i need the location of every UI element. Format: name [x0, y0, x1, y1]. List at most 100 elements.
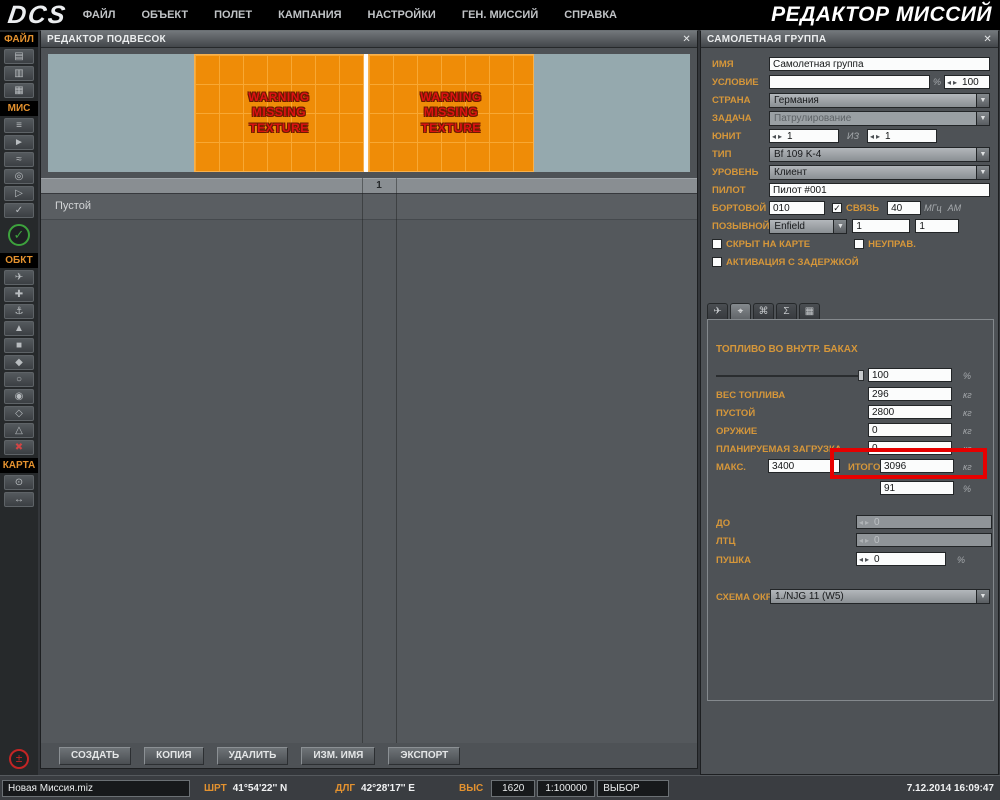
livery-dropdown[interactable]: 1./NJG 11 (W5) ▼: [770, 589, 990, 604]
tab-waypoints[interactable]: ✈: [707, 303, 728, 320]
late-activation-checkbox[interactable]: [712, 257, 722, 267]
copy-button[interactable]: КОПИЯ: [144, 746, 204, 765]
total-percent-input[interactable]: [880, 481, 954, 495]
stepper-arrows-icon[interactable]: ◂▸: [770, 132, 787, 141]
slider-track: [716, 375, 864, 377]
hidden-on-map-checkbox[interactable]: [712, 239, 722, 249]
create-button[interactable]: СОЗДАТЬ: [59, 746, 132, 765]
group-name-input[interactable]: [769, 57, 990, 71]
group-panel-titlebar: САМОЛЕТНАЯ ГРУППА ✕: [701, 31, 998, 48]
total-weight-input[interactable]: [880, 459, 954, 473]
menu-flight[interactable]: ПОЛЕТ: [214, 9, 252, 21]
column-divider: [362, 178, 363, 743]
tab-summary[interactable]: Σ: [776, 303, 797, 320]
trigger-zone-icon[interactable]: ○: [4, 372, 34, 387]
mission-options-icon[interactable]: ►: [4, 135, 34, 150]
tab-systems[interactable]: ⌘: [753, 303, 774, 320]
comm-checkbox[interactable]: ✓: [832, 203, 842, 213]
chevron-down-icon[interactable]: ▼: [976, 93, 989, 107]
group-template-icon[interactable]: ◆: [4, 355, 34, 370]
callsign-number-1-input[interactable]: [852, 219, 911, 233]
chevron-down-icon[interactable]: ▼: [976, 165, 989, 179]
mission-check-icon[interactable]: ✓: [4, 203, 34, 218]
fuel-percent-input[interactable]: [868, 368, 952, 382]
chevron-down-icon[interactable]: ▼: [833, 219, 847, 233]
close-icon[interactable]: ✕: [682, 34, 691, 45]
pilot-name-input[interactable]: [769, 183, 990, 197]
aircraft-type-dropdown[interactable]: Bf 109 K-4 ▼: [769, 146, 990, 162]
menu-file[interactable]: ФАЙЛ: [83, 9, 116, 21]
distance-tool-icon[interactable]: ↔: [4, 492, 34, 507]
delete-object-icon[interactable]: ✖: [4, 440, 34, 455]
tab-preview[interactable]: ▦: [799, 303, 820, 320]
sead-zone-icon[interactable]: △: [4, 423, 34, 438]
stepper-arrows-icon[interactable]: ◂▸: [945, 78, 962, 87]
skill-dropdown[interactable]: Клиент ▼: [769, 164, 990, 180]
unit-count-stepper[interactable]: ◂▸ 1: [769, 129, 839, 143]
stepper-arrows-icon[interactable]: ◂▸: [868, 132, 885, 141]
chevron-down-icon[interactable]: ▼: [976, 590, 989, 603]
tab-payload[interactable]: ⌖: [730, 303, 751, 320]
planned-load-input[interactable]: [868, 441, 952, 455]
save-mission-icon[interactable]: ▦: [4, 83, 34, 98]
chevron-down-icon[interactable]: ▼: [976, 147, 989, 161]
menu-settings[interactable]: НАСТРОЙКИ: [368, 9, 436, 21]
slider-handle[interactable]: [858, 370, 864, 381]
board-number-input[interactable]: [769, 201, 825, 215]
max-weight-input[interactable]: [768, 459, 840, 473]
altitude-field[interactable]: 1620: [491, 779, 536, 797]
bullseye-icon[interactable]: ◉: [4, 389, 34, 404]
rename-button[interactable]: ИЗМ. ИМЯ: [301, 746, 376, 765]
dcs-logo: DCS: [6, 0, 69, 29]
loadout-row-empty[interactable]: Пустой: [41, 194, 697, 220]
weather-icon[interactable]: ≈: [4, 152, 34, 167]
empty-weight-input[interactable]: [868, 405, 952, 419]
frequency-input[interactable]: [887, 201, 922, 215]
fuel-qty-slider[interactable]: [716, 370, 864, 381]
delete-button[interactable]: УДАЛИТЬ: [216, 746, 289, 765]
callsign-dropdown[interactable]: Enfield ▼: [769, 218, 848, 234]
unit-total-stepper[interactable]: ◂▸ 1: [866, 129, 937, 143]
fuel-weight-input[interactable]: [868, 387, 952, 401]
comm-label: СВЯЗЬ: [846, 202, 880, 214]
map-options-icon[interactable]: ⊙: [4, 475, 34, 490]
briefing-icon[interactable]: ≡: [4, 118, 34, 133]
sidebar-section: КАРТА ⊙ ↔: [0, 456, 38, 508]
flare-stepper[interactable]: ◂▸ 0: [856, 533, 992, 547]
menu-mission-generator[interactable]: ГЕН. МИССИЙ: [462, 9, 538, 21]
menu-help[interactable]: СПРАВКА: [564, 9, 617, 21]
uncontrolled-checkbox[interactable]: [854, 239, 865, 249]
new-mission-icon[interactable]: ▤: [4, 49, 34, 64]
stepper-arrows-icon[interactable]: ◂▸: [857, 555, 874, 564]
task-dropdown[interactable]: Патрулирование ▼: [769, 110, 990, 126]
helicopter-group-icon[interactable]: ✚: [4, 287, 34, 302]
close-icon[interactable]: ✕: [983, 34, 992, 45]
condition-input[interactable]: [769, 75, 930, 89]
fly-mission-icon[interactable]: ✓: [8, 224, 30, 246]
export-button[interactable]: ЭКСПОРТ: [388, 746, 461, 765]
condition-probability-stepper[interactable]: ◂▸ 100: [944, 75, 990, 89]
chaff-stepper[interactable]: ◂▸ 0: [856, 515, 992, 529]
airplane-group-icon[interactable]: ✈: [4, 270, 34, 285]
vehicle-group-icon[interactable]: ▲: [4, 321, 34, 336]
open-mission-icon[interactable]: ▥: [4, 66, 34, 81]
mission-filename-field[interactable]: Новая Миссия.miz: [2, 779, 190, 797]
select-mode-button[interactable]: ВЫБОР: [597, 779, 670, 797]
weapons-weight-input[interactable]: [868, 423, 952, 437]
chevron-down-icon[interactable]: ▼: [976, 111, 989, 125]
mission-goals-icon[interactable]: ◎: [4, 169, 34, 184]
map-scale-field[interactable]: 1:100000: [537, 779, 596, 797]
static-object-icon[interactable]: ■: [4, 338, 34, 353]
ship-group-icon[interactable]: ⚓: [4, 304, 34, 319]
callsign-number-2-input[interactable]: [915, 219, 960, 233]
triggers-icon[interactable]: ▷: [4, 186, 34, 201]
country-dropdown[interactable]: Германия ▼: [769, 92, 990, 108]
farp-icon[interactable]: ◇: [4, 406, 34, 421]
connection-status-icon[interactable]: ±: [9, 749, 29, 769]
gun-stepper[interactable]: ◂▸ 0: [856, 552, 946, 566]
sidebar-section: ФАЙЛ ▤ ▥ ▦: [0, 30, 38, 99]
menu-campaign[interactable]: КАМПАНИЯ: [278, 9, 341, 21]
total-weight-label: ИТОГО: [848, 462, 881, 473]
app-title: РЕДАКТОР МИССИЙ: [771, 3, 992, 26]
menu-object[interactable]: ОБЪЕКТ: [141, 9, 188, 21]
